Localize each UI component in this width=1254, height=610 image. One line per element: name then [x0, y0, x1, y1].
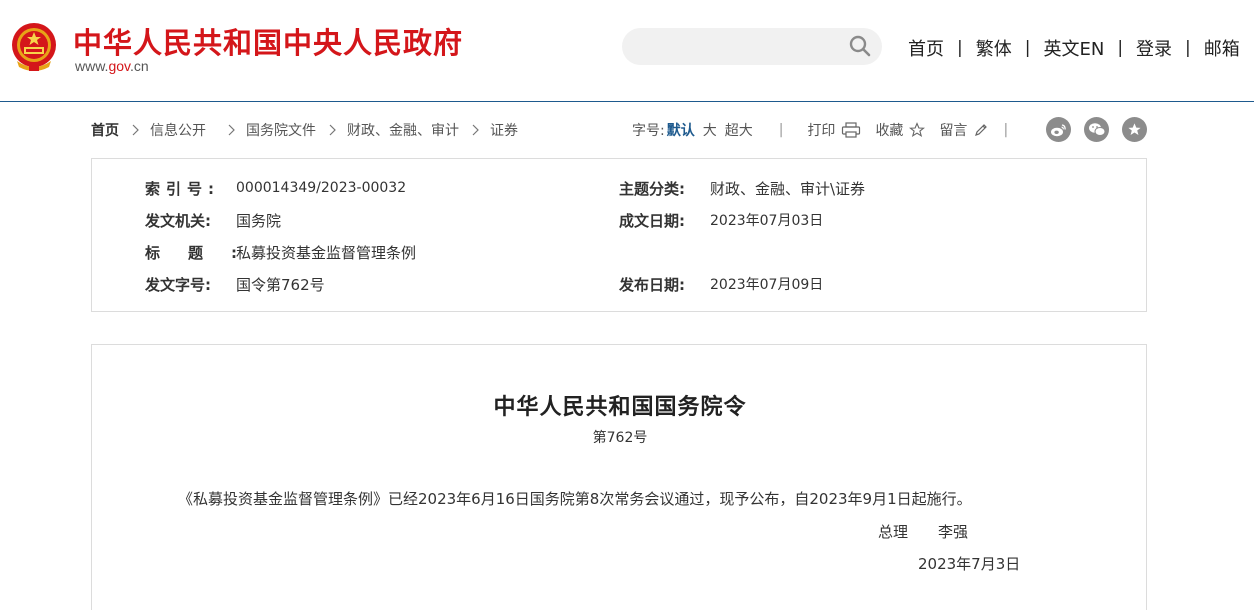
nav-traditional-link[interactable]: 繁体: [976, 35, 1012, 61]
printer-icon: [842, 122, 861, 138]
wechat-share-icon[interactable]: [1084, 117, 1109, 142]
metadata-row: 成文日期: 2023年07月03日: [619, 210, 823, 230]
metadata-row: 发文机关: 国务院: [145, 210, 281, 230]
nav-separator: |: [1117, 38, 1124, 58]
chevron-right-icon: [228, 124, 235, 136]
document-body: 中华人民共和国国务院令 第762号 《私募投资基金监督管理条例》已经2023年6…: [91, 344, 1147, 610]
nav-separator: |: [1024, 38, 1031, 58]
site-url-prefix: www.: [75, 58, 109, 74]
search-input[interactable]: [622, 28, 882, 65]
metadata-row: 标题: 私募投资基金监督管理条例: [145, 242, 416, 262]
search-icon[interactable]: [848, 34, 872, 58]
site-title[interactable]: 中华人民共和国中央人民政府: [73, 20, 463, 62]
issuer-value: 国务院: [236, 211, 282, 230]
print-button[interactable]: 打印: [807, 120, 861, 140]
top-navigation: 首页 | 繁体 | 英文EN | 登录 | 邮箱: [908, 36, 1240, 60]
chevron-right-icon: [132, 124, 139, 136]
chevron-right-icon: [329, 124, 336, 136]
document-number: 第762号: [592, 430, 648, 446]
title-label: 标题:: [145, 243, 265, 262]
comment-button[interactable]: 留言: [939, 120, 989, 140]
doc-number-label: 发文字号:: [145, 275, 211, 294]
favorite-label: 收藏: [875, 123, 904, 139]
document-metadata-table: 索引号: 000014349/2023-00032 主题分类: 财政、金融、审计…: [91, 158, 1147, 312]
metadata-row: 索引号: 000014349/2023-00032: [145, 178, 406, 198]
published-date-value: 2023年07月09日: [710, 277, 824, 293]
index-no-label: 索引号:: [145, 179, 220, 198]
breadcrumb: 首页 信息公开 国务院文件 财政、金融、审计 证券: [91, 120, 518, 140]
topic-value: 财政、金融、审计\证券: [710, 179, 866, 198]
font-size-default-button[interactable]: 默认: [667, 120, 695, 140]
nav-mail-link[interactable]: 邮箱: [1204, 35, 1240, 61]
signer-name: 李强: [938, 523, 969, 541]
signer-role: 总理: [878, 523, 909, 541]
pencil-icon: [975, 124, 988, 136]
comment-label: 留言: [939, 123, 968, 139]
chevron-right-icon: [472, 124, 479, 136]
breadcrumb-item-info[interactable]: 信息公开: [150, 120, 206, 140]
published-date-label: 发布日期:: [619, 275, 685, 294]
breadcrumb-home[interactable]: 首页: [91, 120, 119, 140]
site-url-domain: gov: [108, 58, 130, 74]
issuer-label: 发文机关:: [145, 211, 211, 230]
breadcrumb-item-state-council[interactable]: 国务院文件: [246, 120, 316, 140]
font-size-large-button[interactable]: 大: [703, 120, 717, 140]
index-no-value: 000014349/2023-00032: [236, 180, 407, 196]
document-date: 2023年7月3日: [918, 555, 1021, 573]
created-date-label: 成文日期:: [619, 211, 685, 230]
nav-login-link[interactable]: 登录: [1136, 35, 1172, 61]
favorite-button[interactable]: 收藏: [875, 120, 926, 140]
doc-number-value: 国令第762号: [236, 275, 325, 294]
favorite-share-icon[interactable]: [1122, 117, 1147, 142]
title-value: 私募投资基金监督管理条例: [236, 243, 417, 262]
breadcrumb-item-finance[interactable]: 财政、金融、审计: [347, 120, 459, 140]
site-url-suffix: .cn: [130, 58, 149, 74]
nav-separator: |: [1185, 38, 1191, 58]
print-label: 打印: [807, 123, 836, 139]
site-url[interactable]: www.gov.cn: [75, 58, 149, 74]
site-header: 中华人民共和国中央人民政府 www.gov.cn 首页 | 繁体 | 英文EN …: [0, 0, 1254, 102]
national-emblem-icon[interactable]: [9, 21, 59, 73]
document-signature: 总理 李强: [878, 521, 968, 542]
star-icon: [909, 122, 926, 138]
font-size-xlarge-button[interactable]: 超大: [725, 120, 753, 140]
tools-separator: |: [1003, 122, 1009, 138]
nav-home-link[interactable]: 首页: [908, 35, 944, 61]
nav-english-link[interactable]: 英文EN: [1043, 35, 1104, 61]
font-size-label: 字号:: [632, 123, 665, 139]
tools-separator: |: [778, 122, 784, 138]
metadata-row: 主题分类: 财政、金融、审计\证券: [619, 178, 865, 198]
metadata-row: 发文字号: 国令第762号: [145, 274, 325, 294]
document-paragraph: 《私募投资基金监督管理条例》已经2023年6月16日国务院第8次常务会议通过，现…: [178, 490, 972, 508]
weibo-share-icon[interactable]: [1046, 117, 1071, 142]
metadata-row: 发布日期: 2023年07月09日: [619, 274, 823, 294]
share-buttons: [1046, 117, 1147, 142]
topic-label: 主题分类:: [619, 179, 685, 198]
nav-separator: |: [957, 38, 963, 58]
created-date-value: 2023年07月03日: [710, 213, 824, 229]
breadcrumb-item-securities[interactable]: 证券: [490, 120, 518, 140]
page-tools: 字号: 默认 大 超大 | 打印 收藏 留言 |: [632, 120, 1008, 140]
document-title: 中华人民共和国国务院令: [493, 395, 747, 420]
